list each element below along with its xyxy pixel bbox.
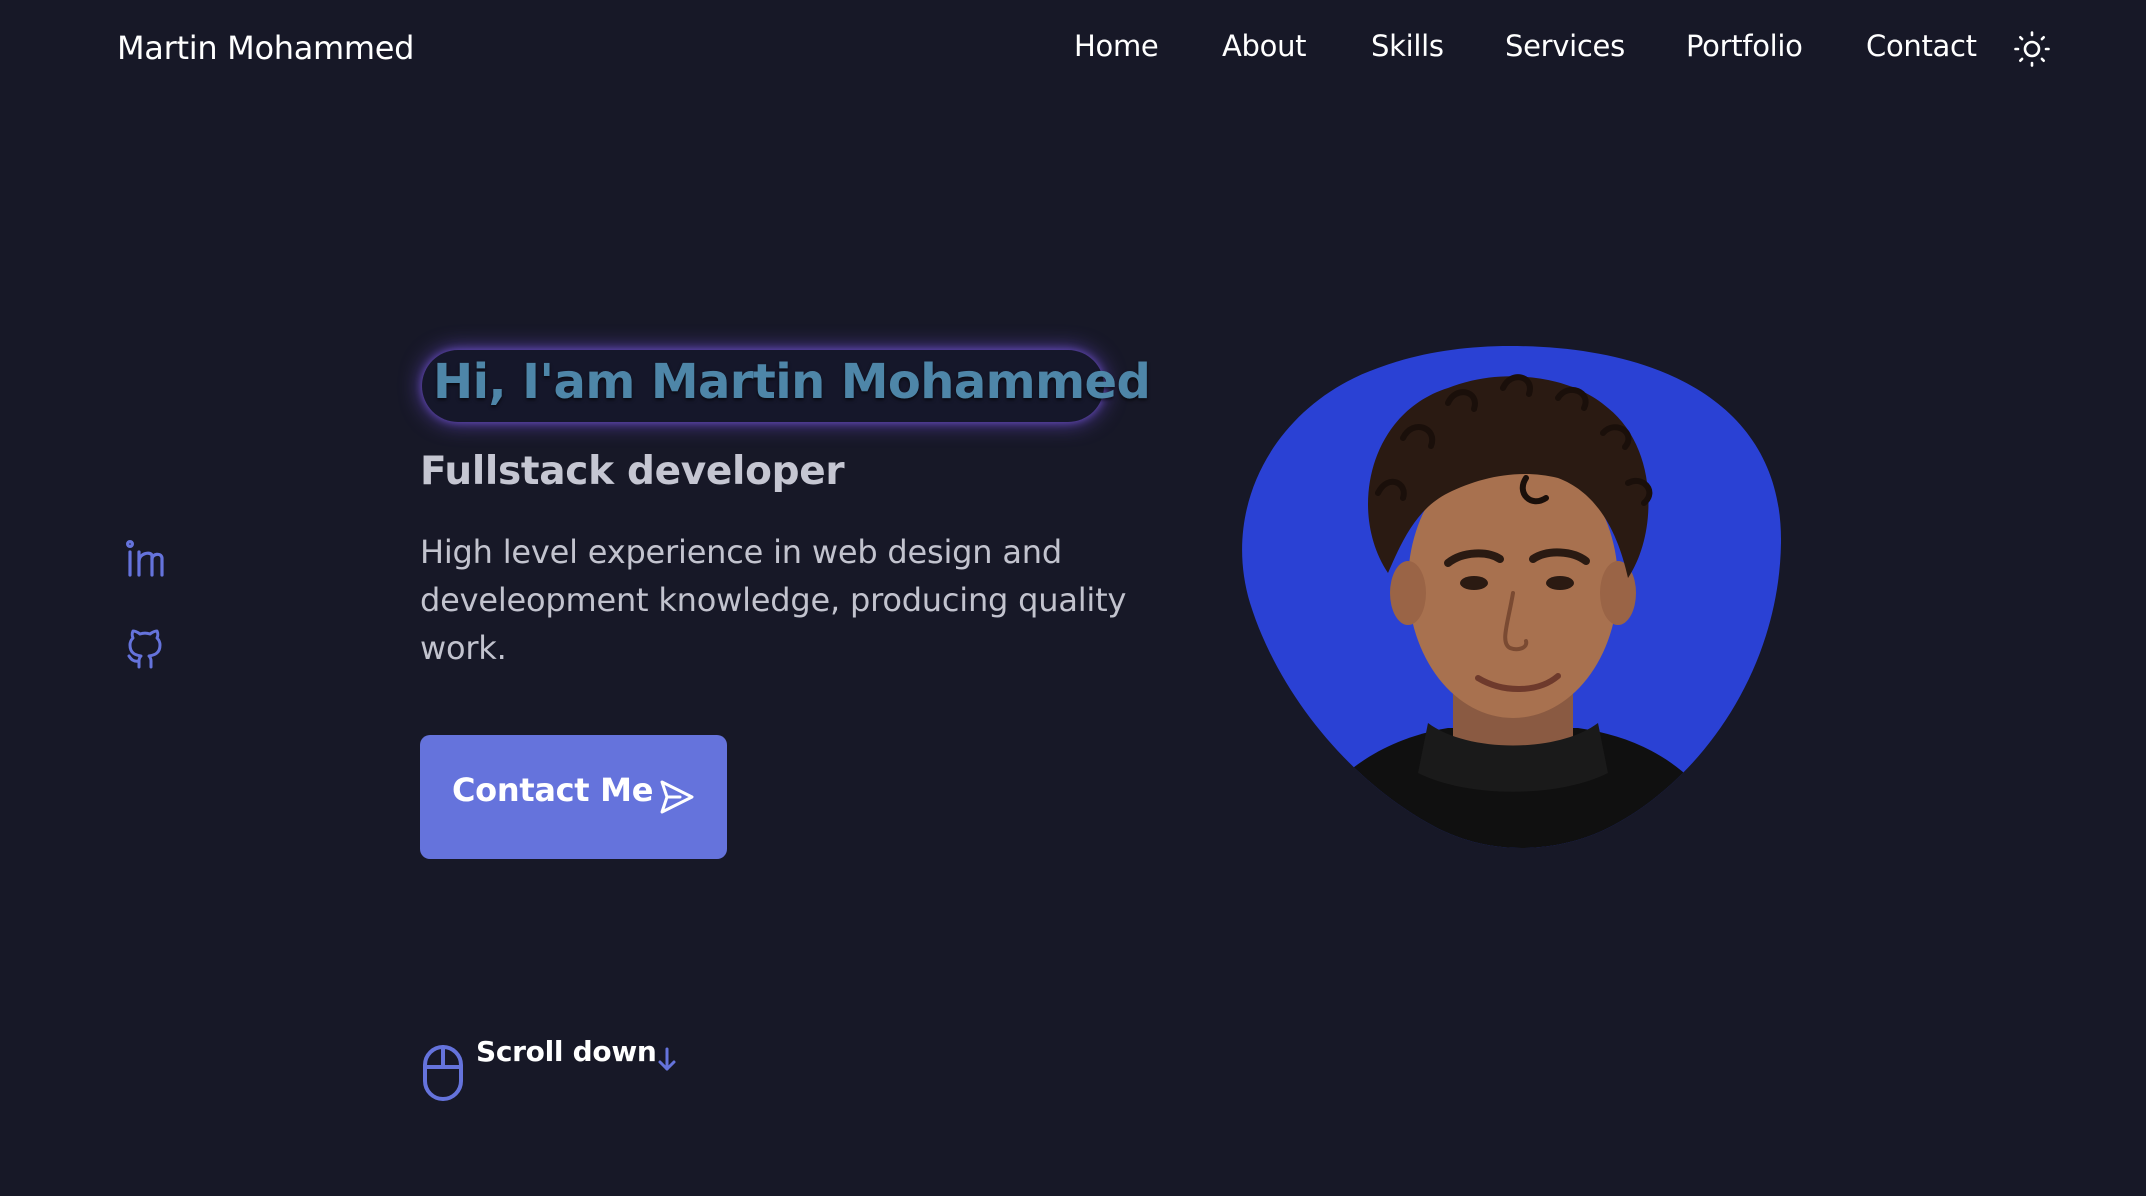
linkedin-icon bbox=[125, 539, 164, 577]
mouse-icon bbox=[423, 1045, 463, 1101]
hero-subtitle: Fullstack developer bbox=[420, 449, 845, 494]
arrow-down-icon bbox=[658, 1047, 676, 1071]
nav-about-link[interactable]: About bbox=[1222, 29, 1307, 63]
nav-home-link[interactable]: Home bbox=[1074, 29, 1159, 63]
hero-description: High level experience in web design and … bbox=[420, 533, 1127, 667]
nav-contact-link[interactable]: Contact bbox=[1866, 29, 1977, 63]
hero-title: Hi, I'am Martin Mohammed bbox=[433, 354, 1151, 410]
contact-me-label: Contact Me bbox=[452, 771, 654, 809]
scroll-down-label: Scroll down bbox=[476, 1035, 657, 1068]
nav-services-link[interactable]: Services bbox=[1505, 29, 1625, 63]
theme-toggle-button[interactable] bbox=[2013, 30, 2051, 68]
scroll-down-link[interactable]: Scroll down bbox=[420, 1035, 700, 1105]
github-link[interactable] bbox=[124, 629, 166, 671]
header: Martin Mohammed Home About Skills Servic… bbox=[0, 0, 2146, 100]
linkedin-link[interactable] bbox=[124, 539, 166, 581]
github-icon bbox=[127, 629, 162, 669]
send-icon bbox=[660, 780, 694, 814]
sun-icon bbox=[2014, 31, 2050, 67]
nav-portfolio-link[interactable]: Portfolio bbox=[1686, 29, 1803, 63]
page: Martin Mohammed Home About Skills Servic… bbox=[0, 0, 2146, 1196]
main-nav: Home About Skills Services Portfolio Con… bbox=[0, 29, 2146, 73]
contact-me-button[interactable]: Contact Me bbox=[420, 735, 727, 859]
nav-skills-link[interactable]: Skills bbox=[1371, 29, 1444, 63]
profile-photo bbox=[1238, 343, 1783, 853]
